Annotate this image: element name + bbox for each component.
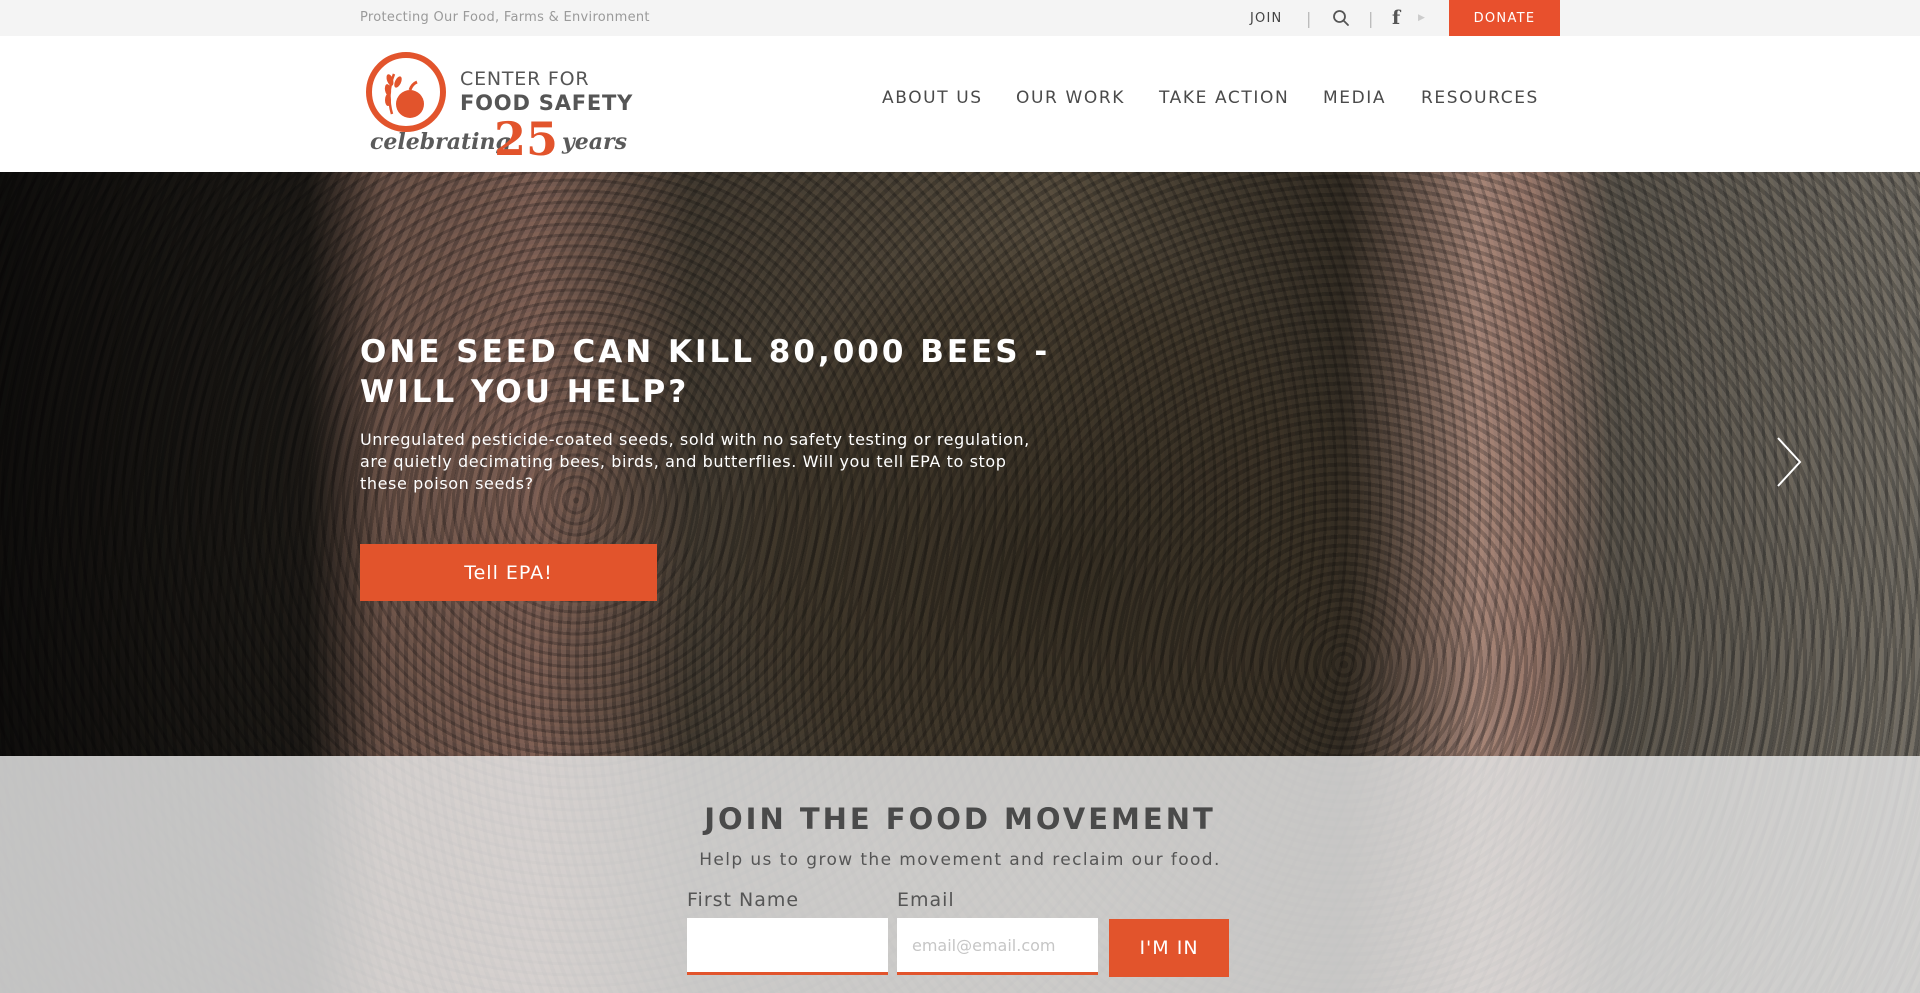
tell-epa-button[interactable]: Tell EPA!: [360, 544, 657, 601]
chevron-right-icon[interactable]: [1774, 434, 1804, 490]
site-header: CENTER FOR FOOD SAFETY celebrating 25 ye…: [0, 36, 1920, 172]
nav-item-take-action[interactable]: TAKE ACTION: [1159, 88, 1289, 108]
search-icon[interactable]: [1330, 0, 1352, 36]
site-logo[interactable]: CENTER FOR FOOD SAFETY celebrating 25 ye…: [364, 50, 634, 166]
newsletter-signup-panel: JOIN THE FOOD MOVEMENT Help us to grow t…: [0, 756, 1920, 993]
logo-years-text: years: [562, 129, 628, 155]
logo-text-line1: CENTER FOR: [460, 68, 590, 90]
nav-item-resources[interactable]: RESOURCES: [1421, 88, 1539, 108]
logo-anniversary-number: 25: [494, 112, 559, 166]
first-name-label: First Name: [687, 889, 800, 911]
hero-title: ONE SEED CAN KILL 80,000 BEES - WILL YOU…: [360, 334, 1051, 410]
site-tagline: Protecting Our Food, Farms & Environment: [360, 10, 650, 25]
top-utility-bar: Protecting Our Food, Farms & Environment…: [0, 0, 1920, 36]
logo-emblem: [366, 52, 446, 132]
logo-celebrating-text: celebrating: [370, 129, 511, 155]
nav-item-our-work[interactable]: OUR WORK: [1016, 88, 1125, 108]
email-label: Email: [897, 889, 955, 911]
separator: |: [1368, 8, 1374, 28]
email-field[interactable]: [897, 918, 1098, 975]
nav-item-about-us[interactable]: ABOUT US: [882, 88, 983, 108]
join-subtitle: Help us to grow the movement and reclaim…: [699, 850, 1221, 870]
hero-description: Unregulated pesticide-coated seeds, sold…: [360, 430, 1030, 493]
join-title: JOIN THE FOOD MOVEMENT: [704, 802, 1216, 836]
nav-item-media[interactable]: MEDIA: [1323, 88, 1386, 108]
caret-right-icon: ▶: [1418, 13, 1425, 23]
join-link[interactable]: JOIN: [1250, 0, 1282, 36]
first-name-field[interactable]: [687, 918, 888, 975]
donate-button[interactable]: DONATE: [1449, 0, 1560, 36]
separator: |: [1306, 8, 1312, 28]
facebook-icon[interactable]: f: [1392, 0, 1400, 36]
hero-slider: ONE SEED CAN KILL 80,000 BEES - WILL YOU…: [0, 172, 1920, 993]
im-in-button[interactable]: I'M IN: [1109, 919, 1229, 977]
